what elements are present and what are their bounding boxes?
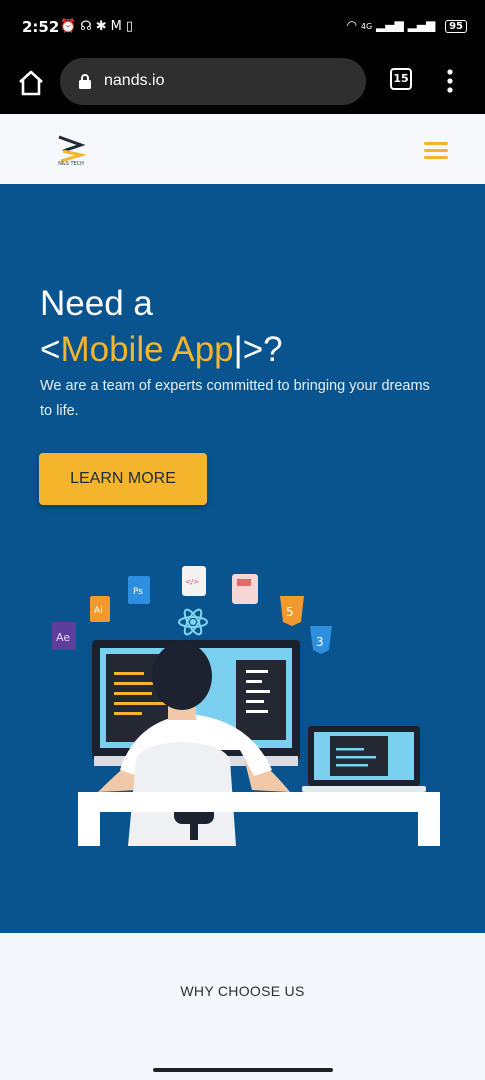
illustrator-badge-icon: Ai — [90, 596, 110, 622]
ae-label: Ae — [56, 631, 70, 644]
why-choose-us-heading: WHY CHOOSE US — [180, 983, 305, 999]
gesture-navigation-bar[interactable] — [153, 1068, 333, 1072]
hero-description: We are a team of experts committed to br… — [40, 378, 430, 419]
lock-icon — [79, 74, 91, 89]
status-bar: 2:52 ⏰☊✱M▯ ◠ 4G ▂▄▆ ▂▄▆ 95 — [0, 0, 485, 56]
after-effects-badge-icon: Ae — [52, 622, 76, 650]
phone-icon: ▯ — [125, 19, 138, 34]
typing-cursor: | — [233, 330, 243, 369]
css3-label: 3 — [316, 635, 324, 649]
hamburger-menu-icon[interactable] — [424, 142, 448, 160]
status-notification-icons: ⏰☊✱M▯ — [60, 19, 137, 34]
battery-indicator: 95 — [445, 20, 467, 33]
settings-icon: ✱ — [95, 19, 111, 34]
logo-text: N&S TECH — [58, 161, 84, 167]
image-file-badge-icon — [232, 574, 258, 604]
signal-icon-2: ▂▄▆ — [407, 18, 436, 32]
alarm-icon: ⏰ — [60, 19, 81, 34]
gmail-icon: M — [110, 19, 126, 34]
wifi-icon: ◠ — [346, 18, 358, 32]
signal-icon: ▂▄▆ — [376, 18, 404, 32]
code-file-badge-icon: </> — [182, 566, 206, 596]
react-logo-icon — [178, 608, 208, 636]
hero-suffix: >? — [242, 330, 283, 369]
laptop-illustration — [302, 726, 426, 792]
network-type: 4G — [360, 22, 373, 31]
status-right: ◠ 4G ▂▄▆ ▂▄▆ 95 — [347, 18, 467, 33]
html5-badge-icon: 5 — [280, 596, 304, 626]
more-options-icon[interactable] — [440, 68, 460, 94]
address-bar[interactable]: nands.io — [60, 58, 366, 105]
ps-label: Ps — [133, 587, 143, 597]
hero-prefix: < — [40, 330, 61, 369]
url-text: nands.io — [104, 72, 165, 89]
headphones-icon: ☊ — [80, 19, 96, 34]
status-time: 2:52 — [22, 18, 60, 36]
hero-heading-line1: Need a — [40, 284, 153, 323]
hero-section: Need a <Mobile App|>? We are a team of e… — [0, 184, 485, 933]
code-label: </> — [185, 578, 199, 586]
browser-toolbar: nands.io 15 — [0, 56, 485, 114]
photoshop-badge-icon: Ps — [128, 576, 150, 604]
learn-more-button[interactable]: LEARN MORE — [39, 453, 207, 505]
hero-typed-text: Mobile App — [60, 330, 234, 369]
html5-label: 5 — [286, 605, 294, 619]
tab-switcher-button[interactable]: 15 — [390, 68, 412, 90]
site-header: N&S TECH — [0, 116, 485, 184]
home-icon[interactable] — [16, 68, 46, 98]
developer-illustration: Ae Ai Ps </> 5 3 — [52, 566, 440, 846]
hero-heading-line2: <Mobile App|>? — [40, 330, 283, 370]
ai-label: Ai — [94, 606, 103, 616]
css3-badge-icon: 3 — [310, 626, 332, 654]
